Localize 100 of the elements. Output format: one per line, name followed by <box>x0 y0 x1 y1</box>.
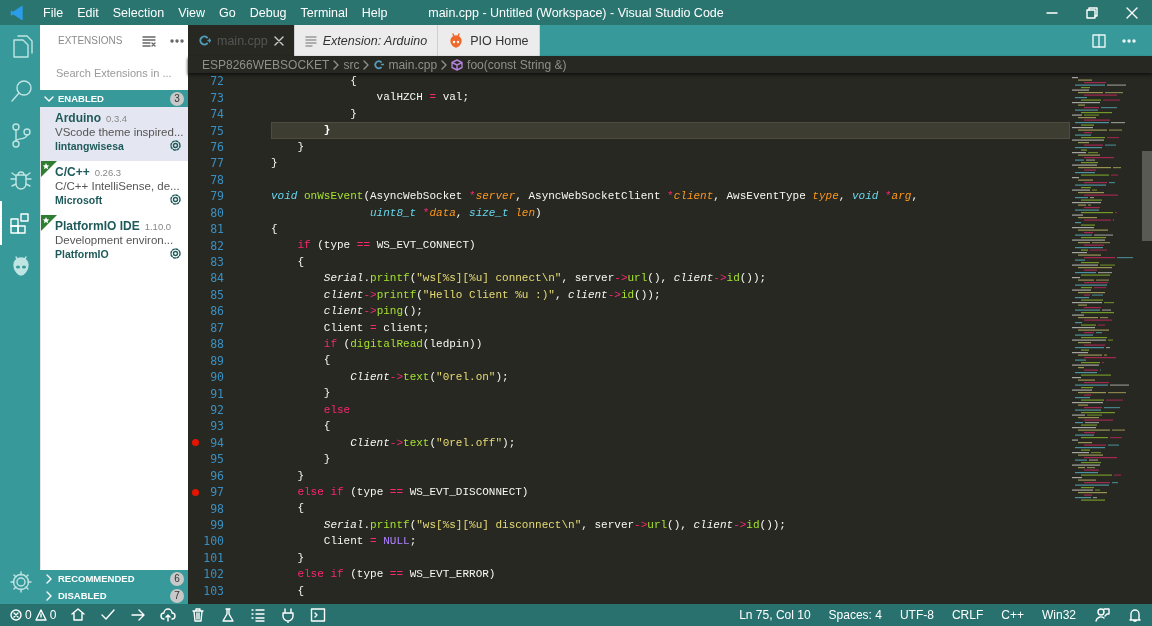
chevron-right-icon <box>44 590 54 601</box>
error-icon <box>10 609 22 621</box>
menu-item[interactable]: File <box>36 5 71 20</box>
code-line: { <box>349 74 357 89</box>
line-number: 92 <box>209 402 224 417</box>
section-header[interactable]: ENABLED 3 <box>40 90 188 107</box>
breadcrumb-item[interactable]: ESP8266WEBSOCKET <box>202 57 330 72</box>
gear-icon <box>169 139 182 152</box>
line-number: 81 <box>209 222 224 237</box>
cube-icon <box>451 58 464 71</box>
editor-tab[interactable]: Extension: Arduino <box>294 25 439 56</box>
lines-icon <box>304 34 317 47</box>
menu-item[interactable]: View <box>171 5 212 20</box>
extension-description: C/C++ IntelliSense, de... <box>55 180 181 192</box>
code-line: client->ping(); <box>322 304 423 320</box>
menu-item[interactable]: Selection <box>105 5 172 20</box>
status-item[interactable]: Spaces: 4 <box>826 608 884 622</box>
code-line: } <box>271 156 278 172</box>
section-header[interactable]: RECOMMENDED 6 <box>40 570 188 587</box>
line-number: 103 <box>202 583 224 598</box>
line-number: 90 <box>209 370 224 385</box>
code-line: else <box>322 402 351 418</box>
problems-indicator[interactable]: 0 0 <box>8 608 59 622</box>
menu-item[interactable]: Edit <box>70 5 106 20</box>
menu-item[interactable]: Go <box>212 5 243 20</box>
breadcrumb-item[interactable]: foo(const String &) <box>467 57 567 72</box>
code-line: valHZCH = val; <box>375 90 470 106</box>
line-number: 83 <box>209 255 224 270</box>
line-number: 72 <box>209 74 224 89</box>
code-line: Client = client; <box>322 320 430 336</box>
menu-item[interactable]: Help <box>354 5 395 20</box>
line-number: 100 <box>202 534 224 549</box>
line-number: 89 <box>209 353 224 368</box>
status-item[interactable]: C++ <box>999 608 1026 622</box>
code-line: { <box>296 254 304 270</box>
code-line: } <box>322 123 331 139</box>
line-number: 78 <box>209 172 224 187</box>
extension-name: PlatformIO IDE <box>55 219 140 233</box>
count-badge: 3 <box>170 91 184 106</box>
line-number: 88 <box>209 337 224 352</box>
vscode-logo-icon <box>10 4 26 21</box>
status-item[interactable]: Ln 75, Col 10 <box>737 608 813 622</box>
editor-tab[interactable]: PIO Home <box>438 25 540 56</box>
gear-icon <box>169 247 182 260</box>
chevron-right-icon <box>332 59 341 70</box>
breadcrumb-item[interactable]: src <box>343 57 360 72</box>
terminal-icon <box>310 607 327 623</box>
line-number: 85 <box>209 287 224 302</box>
code-line: client->printf("Hello Client %u :)", client->id()); <box>322 287 661 303</box>
chevron-right-icon <box>362 59 371 70</box>
code-line: else if (type == WS_EVT_DISCONNECT) <box>296 484 529 500</box>
sidebar-title: EXTENSIONS <box>58 35 124 46</box>
split-icon <box>1092 33 1106 48</box>
plug-icon <box>280 607 297 623</box>
breadcrumb-item[interactable]: main.cpp <box>388 57 438 72</box>
line-number: 94 <box>209 435 224 450</box>
code-line: } <box>349 106 357 122</box>
code-line: { <box>296 501 304 517</box>
menu-item[interactable]: Terminal <box>293 5 355 20</box>
line-number: 79 <box>209 189 224 204</box>
code-line: uint8_t *data, size_t len) <box>369 205 542 221</box>
more-icon <box>170 38 184 43</box>
extension-name: C/C++ <box>55 165 90 179</box>
clear-list-icon <box>142 34 156 47</box>
extension-version: 0.3.4 <box>106 113 128 124</box>
line-number: 82 <box>209 238 224 253</box>
settings-icon <box>8 569 34 595</box>
breakpoint-dot[interactable] <box>191 488 199 496</box>
flask-icon <box>220 607 237 623</box>
close-icon <box>1126 6 1138 19</box>
count-badge: 6 <box>170 571 184 586</box>
gear-icon <box>169 193 182 206</box>
status-item[interactable]: Win32 <box>1040 608 1078 622</box>
extension-publisher: PlatformIO <box>55 247 109 260</box>
extension-item[interactable]: Arduino 0.3.4 VScode theme inspired... lintangwisesa <box>41 107 188 161</box>
code-line: } <box>322 452 331 468</box>
code-line: { <box>271 221 278 237</box>
line-number: 73 <box>209 90 224 105</box>
extension-item[interactable]: PlatformIO IDE 1.10.0 Development environ... PlatformIO <box>41 215 188 269</box>
extension-description: VScode theme inspired... <box>55 126 182 138</box>
extension-item[interactable]: C/C++ 0.26.3 C/C++ IntelliSense, de... Microsoft <box>41 161 188 215</box>
status-item[interactable]: UTF-8 <box>897 608 936 622</box>
status-item[interactable]: CRLF <box>949 608 986 622</box>
code-line: if (digitalRead(ledpin)) <box>322 337 483 352</box>
line-number: 91 <box>209 386 224 401</box>
code-line: if (type == WS_EVT_CONNECT) <box>296 238 476 254</box>
menu-item[interactable]: Debug <box>242 5 294 20</box>
breakpoint-dot[interactable] <box>191 439 199 447</box>
line-number: 77 <box>209 156 224 171</box>
code-line: Client->text("0rel.on"); <box>349 369 509 385</box>
feedback-icon <box>1094 607 1110 623</box>
line-number: 80 <box>209 205 224 220</box>
arrow-right-icon <box>130 607 147 623</box>
feedback-button[interactable] <box>1092 607 1112 623</box>
code-line: Client->text("0rel.off"); <box>349 435 516 451</box>
scrollbar-thumb[interactable] <box>1142 151 1152 241</box>
section-header[interactable]: DISABLED 7 <box>40 587 188 604</box>
toolbar-button[interactable] <box>158 607 179 623</box>
bell-icon <box>1128 607 1142 623</box>
restore-icon <box>1086 6 1098 19</box>
